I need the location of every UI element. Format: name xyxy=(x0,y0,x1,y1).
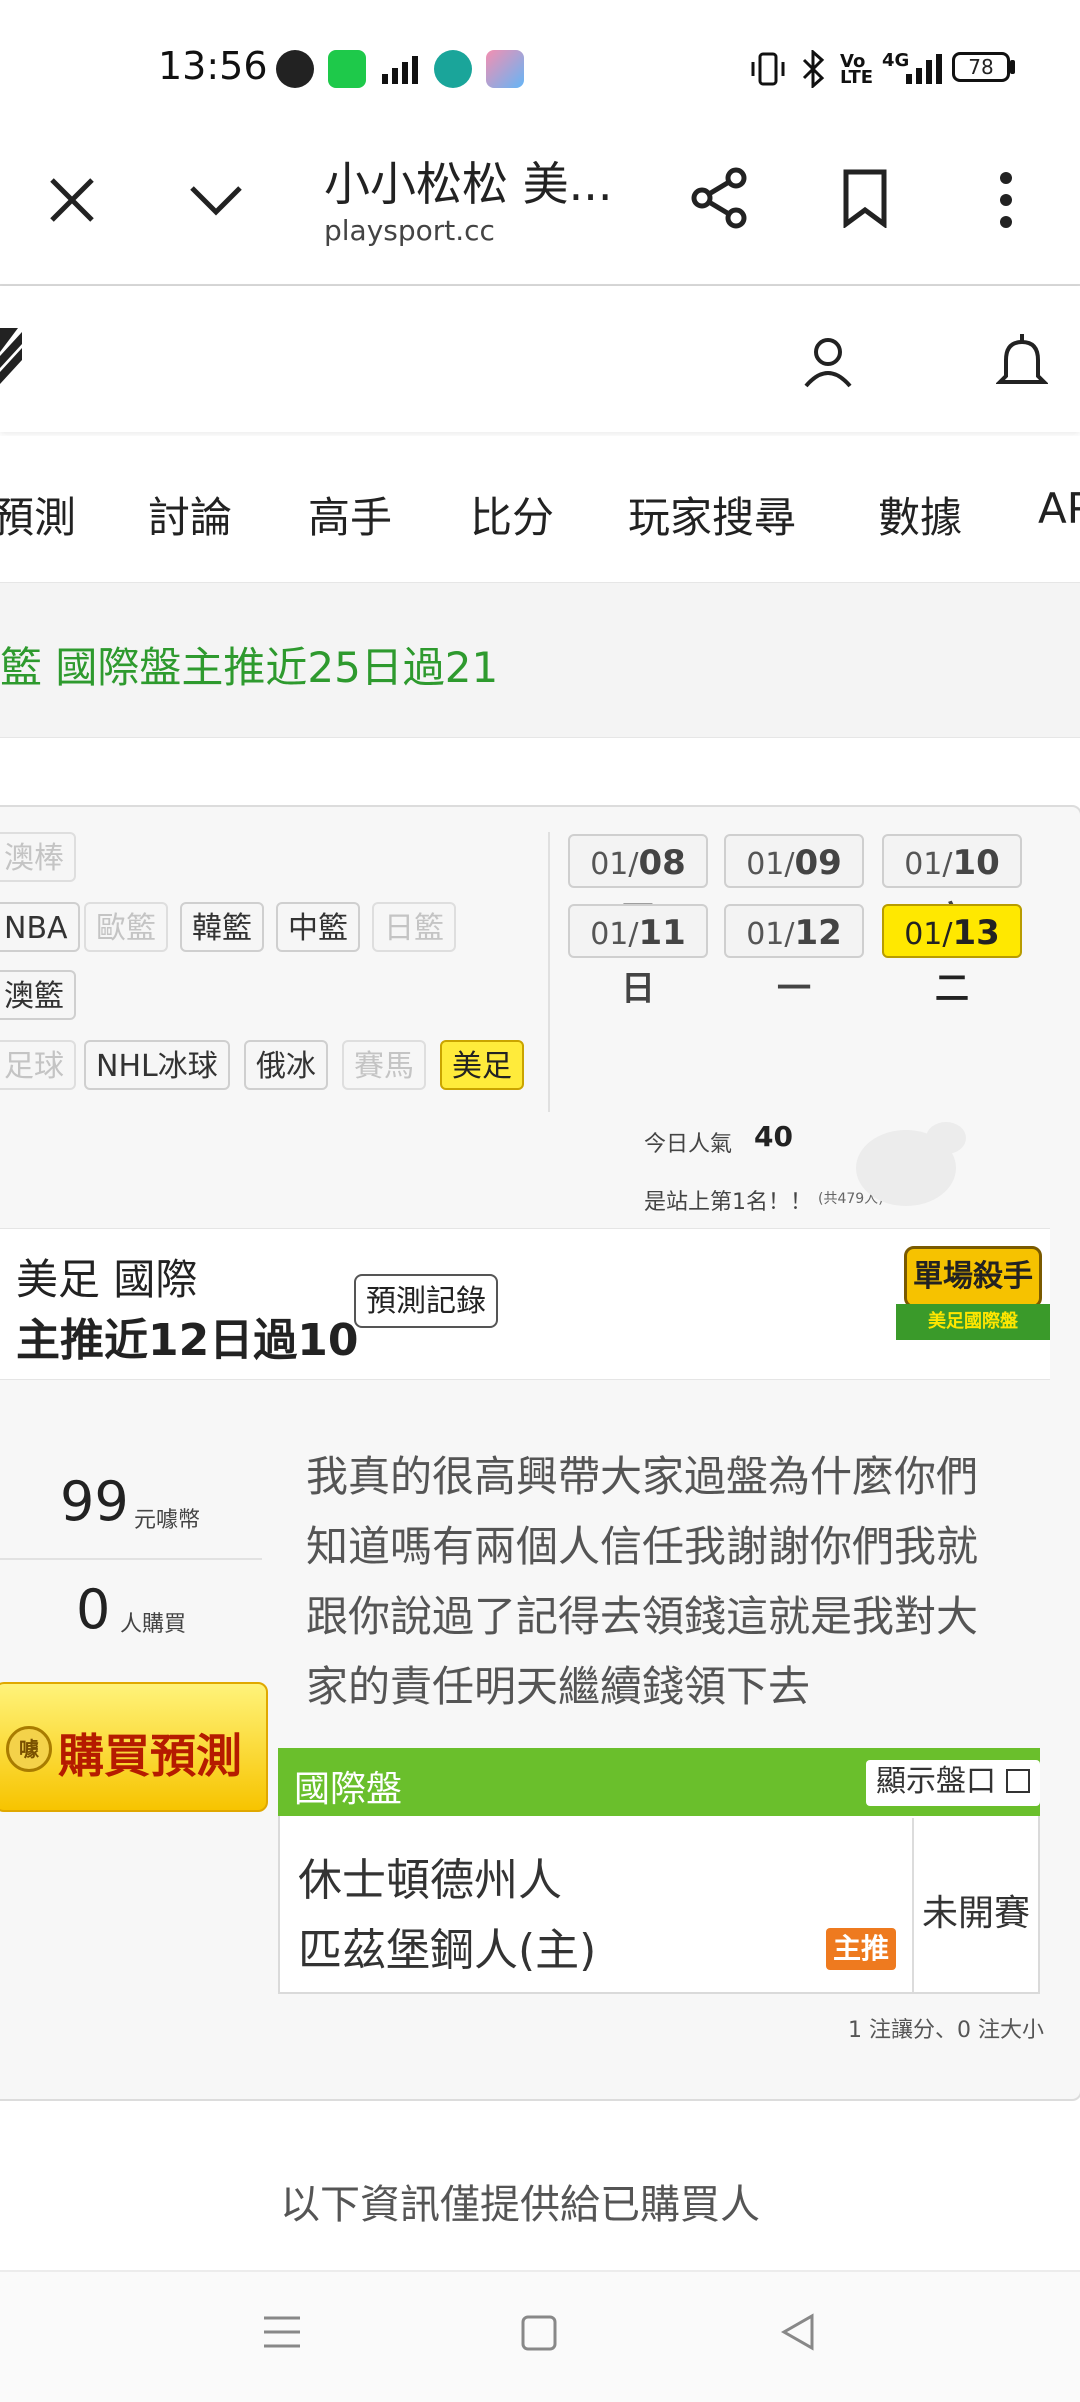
prediction-price: 99 xyxy=(60,1470,129,1533)
date-button-0109[interactable]: 01/09 五 xyxy=(724,834,864,939)
sport-tag-korea-basketball[interactable]: 韓籃 xyxy=(180,902,264,952)
date-button-0111[interactable]: 01/11 日 xyxy=(568,904,708,1009)
single-game-killer-badge: 單場殺手 美足國際盤 xyxy=(896,1238,1050,1354)
date-button-0112[interactable]: 01/12 一 xyxy=(724,904,864,1009)
cell-signal-icon xyxy=(906,54,942,84)
game-app-icon xyxy=(486,50,524,88)
sport-tag-aus-baseball[interactable]: 澳棒 xyxy=(0,832,76,882)
sport-tag-nhl[interactable]: NHL冰球 xyxy=(84,1040,230,1090)
sport-tag-soccer[interactable]: 足球 xyxy=(0,1040,76,1090)
popularity-rank: 是站上第1名！！ xyxy=(644,1190,812,1215)
close-icon[interactable] xyxy=(44,172,100,228)
bet-counts: 1 注讓分、0 注大小 xyxy=(848,2018,1044,2043)
sport-tag-japan-basketball[interactable]: 日籃 xyxy=(372,902,456,952)
buyers-only-note: 以下資訊僅提供給已購買人 xyxy=(280,2182,760,2228)
sport-tag-aus-basketball[interactable]: 澳籃 xyxy=(0,970,76,1020)
page-title[interactable]: 小小松松 美... xyxy=(324,148,613,214)
checkbox-icon[interactable] xyxy=(1005,1769,1030,1793)
buy-prediction-label[interactable]: 購買預測 xyxy=(58,1720,242,1786)
price-unit: 元噱幣 xyxy=(134,1508,201,1533)
nav-item-data[interactable]: 數據 xyxy=(878,484,962,545)
tag-divider xyxy=(548,832,550,1112)
sport-tag-china-basketball[interactable]: 中籃 xyxy=(276,902,360,952)
logo-icon[interactable] xyxy=(0,322,30,388)
badge-title: 單場殺手 xyxy=(904,1246,1042,1308)
bell-icon[interactable] xyxy=(996,332,1048,392)
prediction-history-button[interactable]: 預測記錄 xyxy=(354,1274,498,1328)
match-market-title: 國際盤 xyxy=(294,1769,403,1810)
user-icon[interactable] xyxy=(800,334,856,390)
more-vert-icon[interactable] xyxy=(996,170,1016,230)
expert-category: 美足 國際 xyxy=(16,1255,198,1304)
away-team: 休士頓德州人 xyxy=(298,1855,562,1906)
page-url[interactable]: playsport.cc xyxy=(324,214,495,247)
battery-tip xyxy=(1010,60,1015,74)
bluetooth-icon xyxy=(802,50,825,88)
match-divider xyxy=(912,1818,914,1992)
buyer-count: 0 xyxy=(76,1578,111,1641)
nav-item-app[interactable]: APP xyxy=(1038,484,1080,533)
badge-subtitle: 美足國際盤 xyxy=(896,1304,1050,1340)
sport-tag-american-football[interactable]: 美足 xyxy=(440,1040,524,1090)
match-status: 未開賽 xyxy=(922,1893,1031,1934)
nav-item-scores[interactable]: 比分 xyxy=(470,484,554,545)
popularity-label: 今日人氣 xyxy=(644,1132,733,1157)
battery-level: 78 xyxy=(968,55,994,79)
home-team: 匹茲堡鋼人(主) xyxy=(298,1925,597,1976)
line-icon xyxy=(276,50,314,88)
sport-tag-russia-hockey[interactable]: 俄冰 xyxy=(244,1040,328,1090)
coin-char: 噱 xyxy=(19,1737,39,1761)
coin-icon: 噱 xyxy=(6,1726,52,1772)
nav-item-player-search[interactable]: 玩家搜尋 xyxy=(628,484,796,545)
mascot-watermark-icon xyxy=(856,1122,966,1206)
battery-icon: 78 xyxy=(952,52,1010,82)
nav-item-discuss[interactable]: 討論 xyxy=(148,484,232,545)
teal-app-icon xyxy=(434,50,472,88)
sport-tag-horse-racing[interactable]: 賽馬 xyxy=(342,1040,426,1090)
date-button-0113[interactable]: 01/13 二 xyxy=(882,904,1022,1009)
sport-tag-euro-basketball[interactable]: 歐籃 xyxy=(84,902,168,952)
green-app-icon xyxy=(328,50,366,88)
chevron-down-icon[interactable] xyxy=(186,180,246,220)
buyer-unit: 人購買 xyxy=(120,1612,187,1637)
status-time: 13:56 xyxy=(158,44,268,88)
sport-tag-nba[interactable]: NBA xyxy=(0,902,80,952)
recommend-badge: 主推 xyxy=(826,1928,896,1970)
vibrate-icon xyxy=(751,52,785,86)
expert-record: 主推近12日過10 xyxy=(16,1315,359,1366)
back-triangle-icon[interactable] xyxy=(778,2312,818,2352)
purchase-divider xyxy=(0,1558,262,1560)
site-header xyxy=(0,286,1080,432)
nav-item-experts[interactable]: 高手 xyxy=(308,484,392,545)
date-button-0110[interactable]: 01/10 六 xyxy=(882,834,1022,939)
bookmark-icon[interactable] xyxy=(842,168,888,228)
signal-app-icon xyxy=(382,56,418,84)
show-odds-button[interactable]: 顯示盤口 xyxy=(866,1760,1040,1806)
nav-item-predict[interactable]: 預測 xyxy=(0,484,76,545)
expert-message: 我真的很高興帶大家過盤為什麼你們知道嗎有兩個人信任我謝謝你們我就跟你說過了記得去… xyxy=(306,1452,979,1711)
share-icon[interactable] xyxy=(690,166,750,230)
volte-icon: Vo LTE xyxy=(840,51,874,88)
home-square-icon[interactable] xyxy=(520,2314,558,2352)
status-bar: 13:56 Vo LTE 4G 78 xyxy=(0,0,1080,120)
popularity-value: 40 xyxy=(754,1120,793,1153)
date-button-0108[interactable]: 01/08 四 xyxy=(568,834,708,939)
menu-icon[interactable] xyxy=(262,2312,302,2352)
banner-text[interactable]: 籃 國際盤主推近25日過21 xyxy=(0,634,498,695)
